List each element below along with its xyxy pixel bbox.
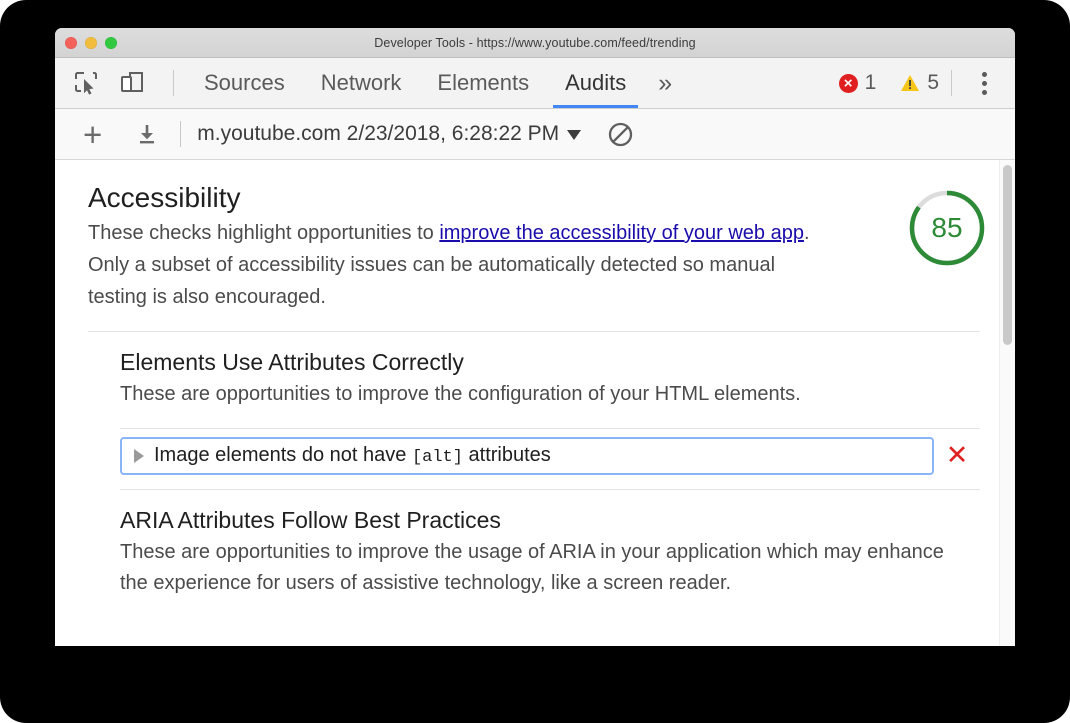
devtools-window: Developer Tools - https://www.youtube.co… — [55, 28, 1015, 646]
tab-network-label: Network — [321, 70, 402, 96]
audit-report-panel: Accessibility These checks highlight opp… — [55, 160, 1015, 646]
group-elements-use-attributes-correctly: Elements Use Attributes Correctly These … — [55, 332, 1015, 410]
report-scrollbar[interactable] — [999, 160, 1015, 646]
zoom-window-button[interactable] — [105, 37, 117, 49]
tab-network[interactable]: Network — [303, 58, 420, 108]
score-value: 85 — [907, 188, 987, 268]
group-description: These are opportunities to improve the c… — [120, 379, 950, 410]
devtools-tabstrip: Sources Network Elements Audits » × — [55, 58, 1015, 109]
audit-run-label: m.youtube.com 2/23/2018, 6:28:22 PM — [197, 122, 559, 146]
audits-toolbar-divider — [180, 121, 181, 147]
audit-list: Image elements do not have [alt] attribu… — [55, 429, 1015, 475]
tab-audits[interactable]: Audits — [547, 58, 644, 108]
device-toolbar-icon[interactable] — [115, 66, 149, 100]
score-gauge: 85 — [907, 188, 987, 268]
page-title: Accessibility — [88, 180, 955, 215]
tab-overflow-button[interactable]: » — [644, 58, 686, 108]
group-description: These are opportunities to improve the u… — [120, 537, 950, 599]
tab-elements[interactable]: Elements — [419, 58, 547, 108]
warning-triangle-icon — [900, 74, 920, 93]
tabstrip-divider — [173, 70, 174, 96]
screenshot-root: Developer Tools - https://www.youtube.co… — [0, 0, 1070, 723]
category-description-part1: These checks highlight opportunities to — [88, 222, 439, 244]
tab-audits-label: Audits — [565, 70, 626, 96]
traffic-lights — [65, 28, 117, 57]
group-title: ARIA Attributes Follow Best Practices — [120, 506, 955, 536]
status-divider — [951, 70, 952, 96]
chevron-double-right-icon: » — [658, 69, 672, 98]
window-titlebar: Developer Tools - https://www.youtube.co… — [55, 28, 1015, 58]
audit-row-image-alt[interactable]: Image elements do not have [alt] attribu… — [120, 437, 934, 475]
clear-audits-icon[interactable] — [603, 117, 637, 151]
kebab-menu-icon[interactable] — [964, 72, 1001, 95]
audit-report-content: Accessibility These checks highlight opp… — [55, 160, 1015, 599]
category-description: These checks highlight opportunities to … — [88, 217, 813, 313]
window-title: Developer Tools - https://www.youtube.co… — [55, 36, 1015, 50]
error-count: 1 — [865, 71, 877, 95]
tabstrip-status: × 1 5 — [839, 70, 1015, 96]
error-icon: × — [839, 74, 858, 93]
minimize-window-button[interactable] — [85, 37, 97, 49]
inspect-element-icon[interactable] — [69, 66, 103, 100]
audit-title: Image elements do not have [alt] attribu… — [154, 444, 551, 467]
group-title: Elements Use Attributes Correctly — [120, 348, 955, 378]
warning-count: 5 — [927, 71, 939, 95]
issue-counts[interactable]: × 1 5 — [839, 71, 939, 95]
tab-sources[interactable]: Sources — [186, 58, 303, 108]
group-aria-attributes-follow-best-practices: ARIA Attributes Follow Best Practices Th… — [55, 490, 1015, 599]
new-audit-button[interactable]: + — [73, 118, 112, 151]
download-icon[interactable] — [130, 117, 164, 151]
expand-triangle-icon[interactable] — [134, 449, 144, 463]
panel-tabs: Sources Network Elements Audits » — [186, 58, 686, 108]
chevron-down-icon — [567, 130, 581, 140]
accessibility-docs-link[interactable]: improve the accessibility of your web ap… — [439, 222, 804, 244]
audits-toolbar: + m.youtube.com 2/23/2018, 6:28:22 PM — [55, 109, 1015, 160]
tab-sources-label: Sources — [204, 70, 285, 96]
tabstrip-tools — [55, 66, 186, 100]
tab-elements-label: Elements — [437, 70, 529, 96]
audit-attribute-code: [alt] — [412, 448, 463, 467]
audit-fail-icon: ✕ — [934, 442, 980, 469]
audit-run-dropdown[interactable]: m.youtube.com 2/23/2018, 6:28:22 PM — [197, 122, 581, 146]
close-window-button[interactable] — [65, 37, 77, 49]
report-scrollbar-thumb[interactable] — [1003, 165, 1012, 345]
audit-title-before: Image elements do not have — [154, 444, 412, 466]
accessibility-category-header: Accessibility These checks highlight opp… — [55, 180, 1015, 313]
audit-title-after: attributes — [463, 444, 551, 466]
